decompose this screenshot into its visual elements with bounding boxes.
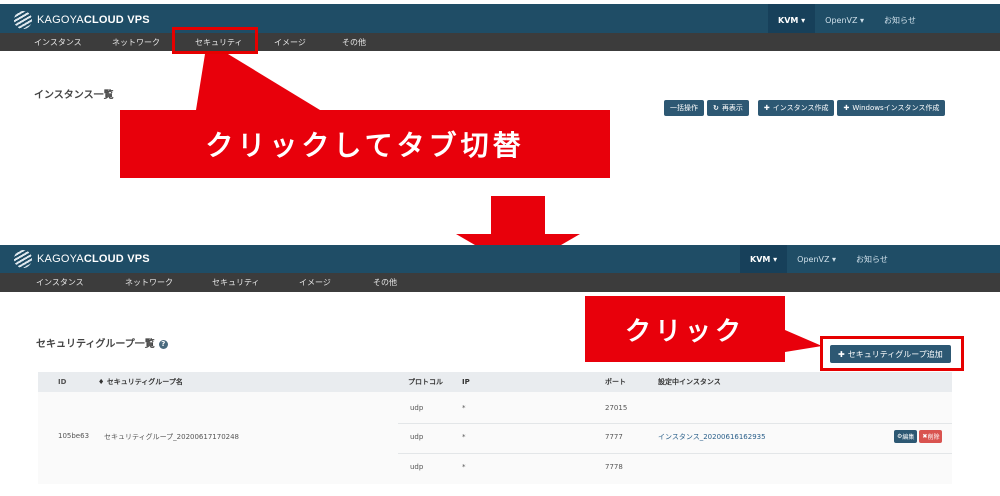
rule-protocol: udp bbox=[410, 463, 424, 471]
rule-protocol: udp bbox=[410, 404, 424, 412]
plus-icon: ✚ bbox=[838, 349, 845, 359]
group-name: セキュリティグループ_20200617170248 bbox=[104, 433, 240, 441]
row-actions: ⚙ 編集 ✖ 削除 bbox=[894, 430, 943, 443]
rule-port: 7778 bbox=[605, 463, 623, 471]
rule-ip: * bbox=[462, 433, 466, 441]
col-protocol: プロトコル bbox=[408, 378, 443, 386]
col-instance: 設定中インスタンス bbox=[658, 378, 721, 386]
group-id: 105be63 bbox=[58, 432, 90, 440]
add-security-group-button[interactable]: ✚ セキュリティグループ追加 bbox=[830, 345, 951, 363]
rule-protocol: udp bbox=[410, 433, 424, 441]
sort-icon: ♦ bbox=[98, 378, 105, 386]
callout-click-pointer bbox=[785, 330, 822, 352]
rule-divider bbox=[398, 423, 952, 424]
table-header: ID ♦ セキュリティグループ名 プロトコル IP ポート 設定中インスタンス bbox=[38, 372, 952, 392]
col-ip: IP bbox=[462, 378, 470, 386]
delete-button[interactable]: ✖ 削除 bbox=[919, 430, 943, 443]
rule-ip: * bbox=[462, 404, 466, 412]
rule-divider bbox=[398, 453, 952, 454]
instance-link[interactable]: インスタンス_20200616162935 bbox=[658, 432, 766, 442]
rule-port: 27015 bbox=[605, 404, 628, 412]
edit-button[interactable]: ⚙ 編集 bbox=[894, 430, 918, 443]
col-id[interactable]: ID bbox=[58, 378, 66, 386]
rule-ip: * bbox=[462, 463, 466, 471]
col-name[interactable]: ♦ セキュリティグループ名 bbox=[98, 377, 183, 387]
rule-port: 7777 bbox=[605, 433, 623, 441]
col-port: ポート bbox=[605, 378, 626, 386]
